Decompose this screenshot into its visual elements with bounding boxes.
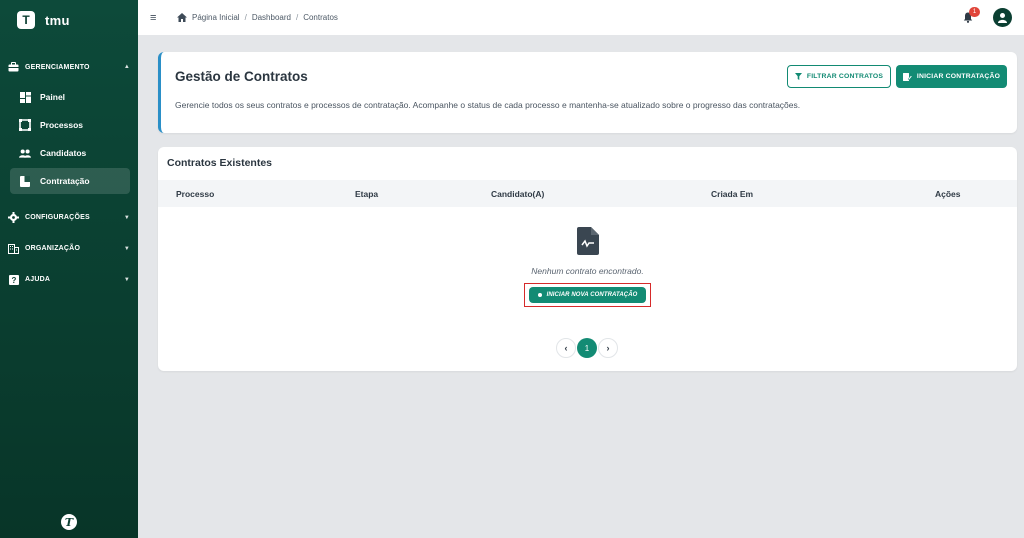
sidebar-section-label: AJUDA [25,276,51,283]
notification-bell-icon[interactable]: 1 [961,7,980,24]
empty-document-icon [577,227,599,255]
page-number-button[interactable]: 1 [577,338,597,358]
brand-name: tmu [45,12,70,28]
home-icon[interactable] [177,13,187,22]
empty-state-message: Nenhum contrato encontrado. [531,266,644,276]
building-icon [8,243,19,254]
breadcrumb-home[interactable]: Página Inicial [192,13,240,22]
next-page-button[interactable]: › [598,338,618,358]
column-header-criada-em[interactable]: Criada Em [711,189,753,199]
sidebar-section-organizacao[interactable]: ORGANIZAÇÃO ▼ [0,233,138,264]
user-avatar[interactable] [993,8,1012,27]
notification-count-badge: 1 [969,7,980,17]
table-header: Processo Etapa Candidato(A) Criada Em Aç… [158,180,1017,207]
sidebar-item-contratacao[interactable]: Contratação [10,168,130,194]
sidebar-section-label: ORGANIZAÇÃO [25,245,81,252]
start-new-contract-button[interactable]: INICIAR NOVA CONTRATAÇÃO [529,287,646,303]
column-header-acoes: Ações [935,189,961,199]
filter-icon [794,73,802,80]
start-new-contract-label: INICIAR NOVA CONTRATAÇÃO [546,292,638,298]
chevron-up-icon: ▲ [123,64,130,70]
filter-contracts-label: FILTRAR CONTRATOS [806,73,884,80]
column-header-processo[interactable]: Processo [176,189,214,199]
chevron-right-icon: › [606,343,610,353]
chevron-down-icon: ▼ [123,214,130,221]
chevron-down-icon: ▼ [123,276,130,283]
svg-text:?: ? [11,276,16,285]
pagination: ‹ 1 › [556,338,618,358]
edit-document-icon [902,72,912,81]
breadcrumb: Página Inicial / Dashboard / Contratos [177,13,338,22]
briefcase-icon [8,62,19,73]
sidebar-item-label: Painel [40,92,66,102]
page-description: Gerencie todos os seus contratos e proce… [175,100,801,110]
footer-logo: T [61,514,77,530]
breadcrumb-dashboard[interactable]: Dashboard [252,13,291,22]
column-header-etapa[interactable]: Etapa [355,189,378,199]
sidebar-item-candidatos[interactable]: Candidatos [10,140,130,166]
sidebar-item-label: Contratação [40,176,90,186]
plus-circle-icon [537,293,542,297]
people-icon [19,147,31,159]
sidebar-section-ajuda[interactable]: ? AJUDA ▼ [0,264,138,295]
page-title: Gestão de Contratos [175,69,308,84]
brand-logo: T [17,11,35,29]
page-header-card: Gestão de Contratos Gerencie todos os se… [158,52,1017,133]
sidebar-section-label: CONFIGURAÇÕES [25,214,90,221]
dashboard-icon [19,91,31,103]
sidebar-section-configuracoes[interactable]: CONFIGURAÇÕES ▼ [0,202,138,233]
start-contract-button[interactable]: INICIAR CONTRATAÇÃO [896,65,1007,88]
chevron-left-icon: ‹ [564,343,568,353]
sidebar-section-label: GERENCIAMENTO [25,63,90,71]
breadcrumb-current: Contratos [303,13,338,22]
breadcrumb-separator: / [295,13,299,22]
contract-icon [19,175,31,187]
sidebar-section-gerenciamento[interactable]: GERENCIAMENTO ▲ [0,56,138,78]
previous-page-button[interactable]: ‹ [556,338,576,358]
section-title: Contratos Existentes [167,157,273,169]
sidebar: T tmu GERENCIAMENTO ▲ Painel Processos C… [0,0,138,538]
breadcrumb-separator: / [244,13,247,22]
contracts-card: Contratos Existentes Processo Etapa Cand… [158,147,1017,371]
process-icon [19,119,31,131]
help-icon: ? [8,274,19,285]
filter-contracts-button[interactable]: FILTRAR CONTRATOS [787,65,891,88]
chevron-down-icon: ▼ [123,245,130,252]
menu-toggle-icon[interactable]: ≡ [150,12,160,24]
sidebar-item-painel[interactable]: Painel [10,84,130,110]
sidebar-item-label: Processos [40,120,83,130]
sidebar-item-label: Candidatos [40,148,87,158]
brand[interactable]: T tmu [0,0,138,40]
gear-icon [8,212,19,223]
topbar: ≡ Página Inicial / Dashboard / Contratos… [138,0,1024,35]
start-contract-label: INICIAR CONTRATAÇÃO [916,73,1001,80]
sidebar-item-processos[interactable]: Processos [10,112,130,138]
column-header-candidato[interactable]: Candidato(A) [491,189,544,199]
